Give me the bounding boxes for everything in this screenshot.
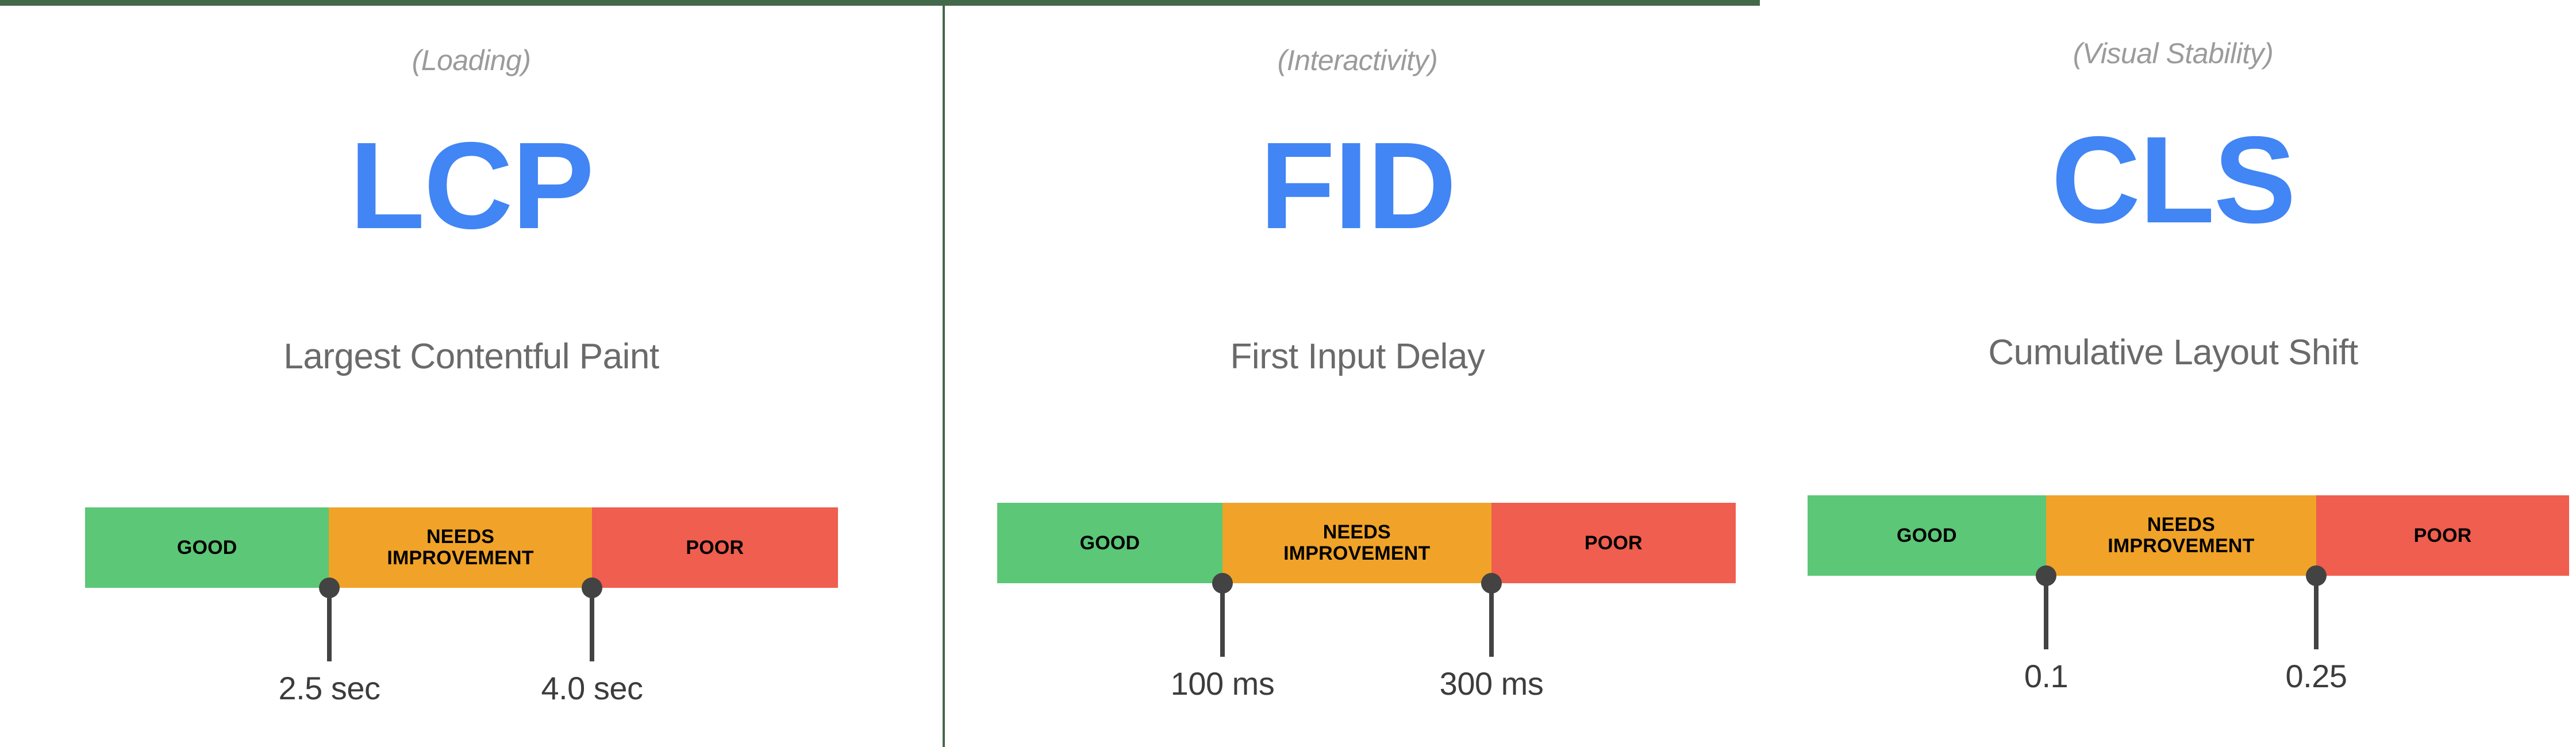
threshold-bar: GOOD NEEDS IMPROVEMENT POOR [1808,495,2569,576]
threshold-value-good: 100 ms [1170,665,1275,702]
band-good: GOOD [85,507,329,588]
band-poor: POOR [591,507,838,588]
panel-category-label: (Visual Stability) [2073,37,2274,70]
metric-panel-lcp: (Loading) LCP Largest Contentful Paint G… [0,0,943,747]
threshold-bar: GOOD NEEDS IMPROVEMENT POOR [85,507,838,588]
marker-stem [1489,583,1494,657]
metric-panel-cls: (Visual Stability) CLS Cumulative Layout… [1770,0,2576,747]
marker-stem [590,588,594,661]
threshold-value-poor: 4.0 sec [541,670,643,706]
panel-category-label: (Loading) [412,44,531,76]
threshold-bar: GOOD NEEDS IMPROVEMENT POOR [997,503,1736,583]
band-good: GOOD [997,503,1222,583]
band-ni-line1: NEEDS [426,526,495,548]
threshold-value-poor: 0.25 [2285,658,2348,694]
marker-stem [327,588,332,661]
panel-category-label: (Interactivity) [1277,44,1438,76]
threshold-value-poor: 300 ms [1439,665,1544,702]
metric-acronym: FID [1259,116,1456,255]
band-good: GOOD [1808,495,2046,576]
band-ni-line1: NEEDS [2147,514,2215,536]
band-poor: POOR [1491,503,1736,583]
band-ni-line2: IMPROVEMENT [1283,542,1431,564]
threshold-value-good: 0.1 [2024,658,2069,694]
band-needs-improvement: NEEDS IMPROVEMENT [2046,495,2317,576]
threshold-value-good: 2.5 sec [278,670,380,706]
band-ni-line2: IMPROVEMENT [2108,535,2255,557]
metric-acronym: LCP [349,116,594,255]
metric-fullname: Cumulative Layout Shift [1988,333,2358,372]
marker-stem [2314,576,2319,649]
metric-fullname: First Input Delay [1230,337,1485,376]
band-poor: POOR [2316,495,2569,576]
band-needs-improvement: NEEDS IMPROVEMENT [329,507,592,588]
marker-stem [1220,583,1225,657]
band-ni-line2: IMPROVEMENT [387,547,534,569]
metric-acronym: CLS [2051,110,2296,249]
marker-stem [2044,576,2048,649]
band-needs-improvement: NEEDS IMPROVEMENT [1222,503,1491,583]
metric-panel-fid: (Interactivity) FID First Input Delay GO… [945,0,1770,747]
band-ni-line1: NEEDS [1322,521,1391,544]
metric-fullname: Largest Contentful Paint [283,337,659,376]
